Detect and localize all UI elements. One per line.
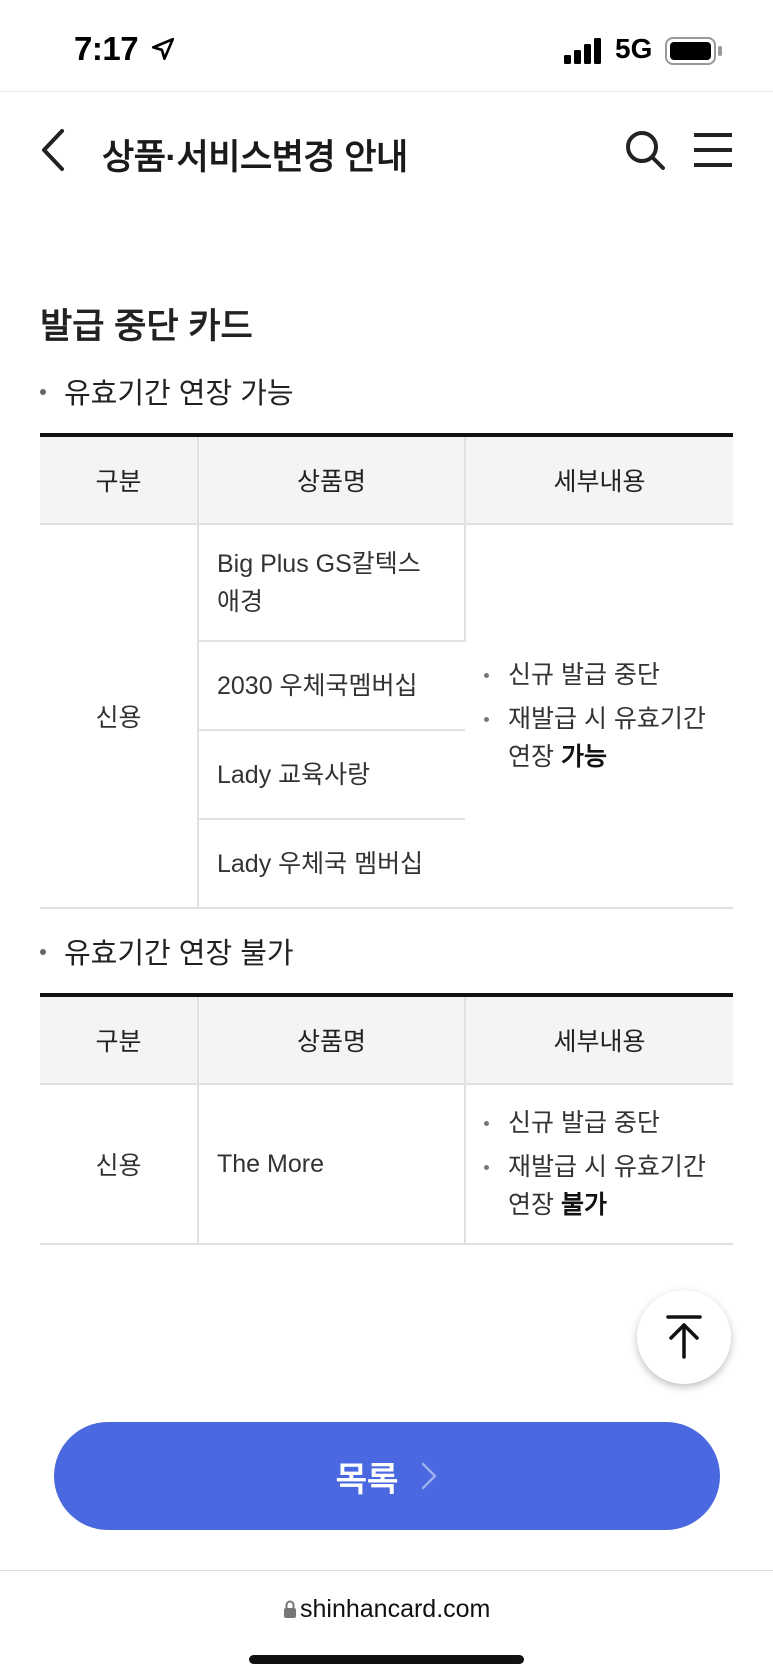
detail-list: 신규 발급 중단 재발급 시 유효기간 연장 불가 xyxy=(484,1104,715,1224)
bullet-dot xyxy=(40,949,46,956)
header-category: 구분 xyxy=(40,435,199,525)
detail-item: 재발급 시 유효기간 연장 불가 xyxy=(484,1148,715,1224)
network-type: 5G xyxy=(615,33,653,64)
bullet-dot xyxy=(40,389,46,396)
detail-cell: 신규 발급 중단 재발급 시 유효기간 연장 가능 xyxy=(465,524,733,909)
detail-item: 신규 발급 중단 xyxy=(484,656,715,694)
header-category: 구분 xyxy=(40,995,199,1085)
detail-text: 신규 발급 중단 xyxy=(508,661,660,689)
signal-icon xyxy=(564,38,601,64)
location-arrow-icon xyxy=(151,37,175,61)
header-product: 상품명 xyxy=(198,435,466,525)
product-cell: 2030 우체국멤버십 xyxy=(198,641,465,731)
table2-subtitle-text: 유효기간 연장 불가 xyxy=(64,938,294,970)
table1-subtitle-text: 유효기간 연장 가능 xyxy=(64,378,294,410)
detail-text: 신규 발급 중단 xyxy=(508,1109,660,1137)
category-cell: 신용 xyxy=(40,1084,199,1245)
detail-item: 신규 발급 중단 xyxy=(484,1104,715,1142)
product-cell: Lady 교육사랑 xyxy=(198,730,465,820)
search-icon[interactable] xyxy=(624,129,666,171)
app-header: 상품·서비스변경 안내 xyxy=(0,93,773,211)
lock-icon xyxy=(284,1600,296,1618)
header-detail: 세부내용 xyxy=(465,435,733,525)
scroll-top-button[interactable] xyxy=(637,1290,731,1384)
url-text[interactable]: shinhancard.com xyxy=(300,1595,490,1624)
status-time: 7:17 xyxy=(74,30,139,67)
list-button-label: 목록 xyxy=(335,1460,399,1499)
back-chevron-icon[interactable] xyxy=(36,127,72,173)
header-detail: 세부내용 xyxy=(465,995,733,1085)
chevron-right-icon xyxy=(422,1462,437,1490)
detail-item: 재발급 시 유효기간 연장 가능 xyxy=(484,700,715,776)
table-extension-impossible: 구분 상품명 세부내용 신용 The More 신규 발급 중단 재발급 시 유… xyxy=(40,993,733,1245)
detail-cell: 신규 발급 중단 재발급 시 유효기간 연장 불가 xyxy=(465,1084,733,1245)
product-cell: The More xyxy=(198,1084,466,1245)
menu-icon[interactable] xyxy=(692,131,734,169)
detail-emphasis: 가능 xyxy=(560,743,607,771)
product-cell: Big Plus GS칼텍스 애경 xyxy=(198,524,466,642)
status-bar: 7:17 5G xyxy=(0,0,773,92)
list-button[interactable]: 목록 xyxy=(54,1422,720,1530)
product-cell: Lady 우체국 멤버십 xyxy=(198,819,465,909)
table-extension-possible: 구분 상품명 세부내용 신용 Big Plus GS칼텍스 애경 신규 발급 중… xyxy=(40,433,733,909)
header-product: 상품명 xyxy=(198,995,466,1085)
category-cell: 신용 xyxy=(40,524,199,909)
detail-emphasis: 불가 xyxy=(560,1191,607,1219)
table2-subtitle: 유효기간 연장 불가 xyxy=(40,930,294,972)
page-title: 상품·서비스변경 안내 xyxy=(102,138,408,177)
table1-subtitle: 유효기간 연장 가능 xyxy=(40,370,294,412)
arrow-up-icon xyxy=(666,1315,702,1359)
battery-icon xyxy=(665,37,722,65)
section-title: 발급 중단 카드 xyxy=(40,307,253,346)
browser-url-bar[interactable]: shinhancard.com xyxy=(0,1570,773,1673)
detail-list: 신규 발급 중단 재발급 시 유효기간 연장 가능 xyxy=(484,656,715,776)
home-indicator xyxy=(249,1655,524,1664)
